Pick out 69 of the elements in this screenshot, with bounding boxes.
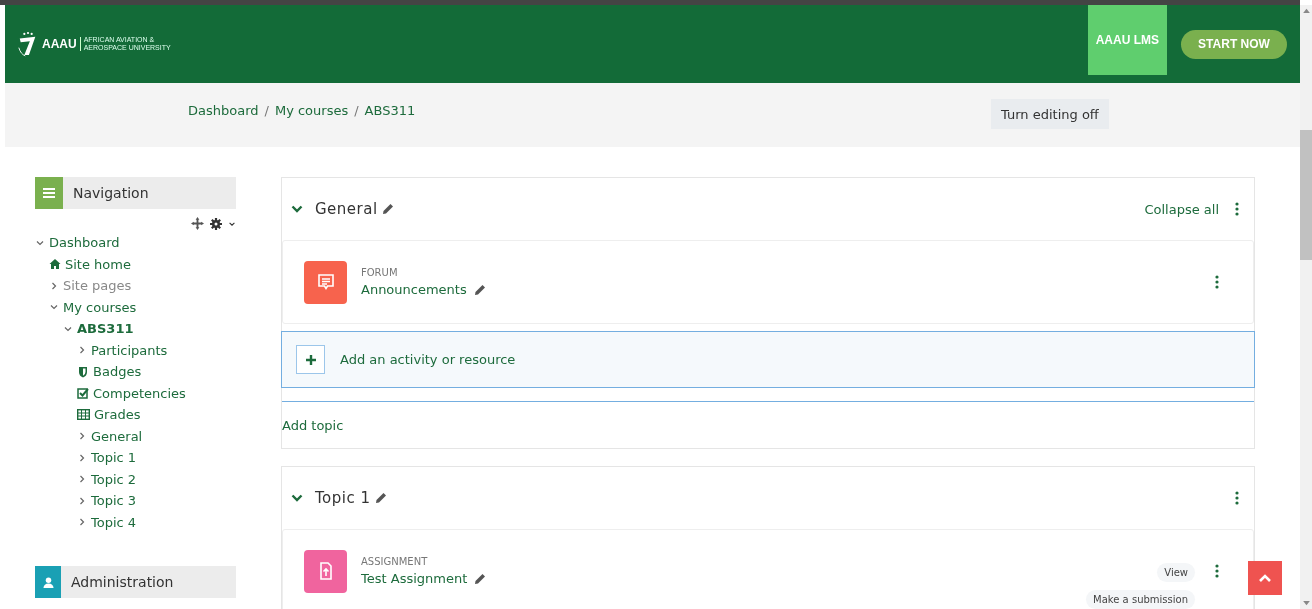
menu-icon <box>43 188 55 198</box>
shield-icon <box>77 365 89 378</box>
nav-item[interactable]: Topic 2 <box>91 471 137 487</box>
more-options-icon[interactable] <box>1215 564 1219 578</box>
breadcrumb-separator: / <box>354 103 359 118</box>
nav-item[interactable]: Badges <box>93 364 142 380</box>
chevron-right-icon[interactable] <box>77 495 87 506</box>
table-icon <box>77 409 90 421</box>
activity-button[interactable]: Make a submission <box>1086 590 1195 609</box>
block-title: Navigation <box>73 185 149 201</box>
pencil-icon[interactable] <box>374 492 387 504</box>
chevron-down-icon[interactable] <box>291 204 303 214</box>
scroll-down-icon[interactable] <box>1302 601 1310 606</box>
block-title: Administration <box>71 574 174 590</box>
assignment-icon <box>304 549 347 593</box>
breadcrumb-link[interactable]: Dashboard <box>188 103 259 118</box>
move-icon[interactable] <box>191 217 204 230</box>
chevron-right-icon[interactable] <box>49 280 59 291</box>
back-to-top-button[interactable] <box>1248 561 1282 595</box>
user-icon <box>42 576 54 588</box>
activity-link[interactable]: Test Assignment <box>361 571 468 586</box>
pencil-icon[interactable] <box>381 203 394 215</box>
nav-item[interactable]: ABS311 <box>77 321 134 337</box>
plus-icon[interactable] <box>296 345 325 374</box>
add-activity-label[interactable]: Add an activity or resource <box>340 352 516 367</box>
add-activity-bar[interactable]: Add an activity or resource <box>281 331 1255 388</box>
nav-item[interactable]: Topic 4 <box>91 514 137 530</box>
nav-item[interactable]: Grades <box>94 407 141 423</box>
chevron-right-icon[interactable] <box>77 452 87 463</box>
home-icon <box>49 258 61 271</box>
logo-wordmark: AAAU <box>42 37 81 51</box>
pencil-icon[interactable] <box>474 572 487 585</box>
chevron-right-icon[interactable] <box>77 431 87 442</box>
turn-editing-off-button[interactable]: Turn editing off <box>991 99 1109 129</box>
breadcrumb-separator: / <box>264 103 269 118</box>
checkbox-icon <box>77 387 89 400</box>
chevron-down-icon[interactable] <box>291 493 303 503</box>
caret-up-icon <box>1259 574 1271 582</box>
nav-item[interactable]: My courses <box>63 299 137 315</box>
section-title: General <box>315 200 378 218</box>
activity-type: ASSIGNMENT <box>361 556 429 567</box>
scrollbar-thumb[interactable] <box>1300 130 1312 260</box>
nav-item[interactable]: Dashboard <box>49 235 120 251</box>
chevron-right-icon[interactable] <box>77 474 87 485</box>
activity-type: FORUM <box>361 267 399 278</box>
nav-item[interactable]: Competencies <box>93 385 186 401</box>
more-options-icon[interactable] <box>1235 202 1239 216</box>
pencil-icon[interactable] <box>473 283 486 296</box>
collapse-all-link[interactable]: Collapse all <box>1144 201 1219 217</box>
more-options-icon[interactable] <box>1215 275 1219 289</box>
nav-item[interactable]: Site home <box>65 256 131 272</box>
activity-button[interactable]: View <box>1157 563 1195 582</box>
chevron-right-icon[interactable] <box>77 345 87 356</box>
section-title: Topic 1 <box>315 489 371 507</box>
nav-item[interactable]: Topic 3 <box>91 493 137 509</box>
forum-icon <box>304 260 347 304</box>
activity-link[interactable]: Announcements <box>361 282 467 297</box>
scrollbar[interactable] <box>1300 5 1312 609</box>
more-options-icon[interactable] <box>1235 491 1239 505</box>
settings-icon[interactable] <box>210 217 222 230</box>
scroll-up-icon[interactable] <box>1302 8 1310 13</box>
nav-item[interactable]: Topic 1 <box>91 450 137 466</box>
nav-item[interactable]: Site pages <box>63 278 132 294</box>
nav-item[interactable]: Participants <box>91 342 168 358</box>
chevron-right-icon[interactable] <box>77 517 87 528</box>
add-topic-link[interactable]: Add topic <box>282 417 344 433</box>
breadcrumb-link[interactable]: ABS311 <box>364 103 416 118</box>
breadcrumb-link[interactable]: My courses <box>274 103 349 118</box>
nav-item[interactable]: General <box>91 428 143 444</box>
